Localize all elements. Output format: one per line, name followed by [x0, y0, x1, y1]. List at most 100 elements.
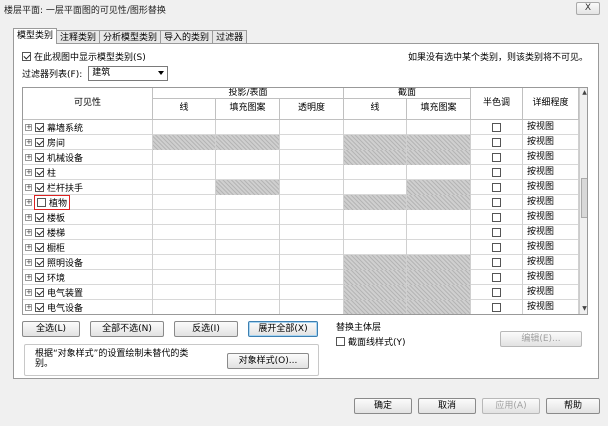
detail-level-cell[interactable]: 按视图	[523, 195, 579, 210]
detail-level-cell[interactable]: 按视图	[523, 180, 579, 195]
halftone-checkbox[interactable]	[492, 228, 501, 237]
category-visibility-checkbox[interactable]	[37, 198, 46, 207]
detail-level-cell[interactable]: 按视图	[523, 165, 579, 180]
cut-fill-cell[interactable]	[407, 120, 471, 135]
detail-level-cell[interactable]: 按视图	[523, 240, 579, 255]
transparency-cell[interactable]	[280, 120, 344, 135]
expand-icon[interactable]: +	[25, 169, 32, 176]
tab-filters[interactable]: 过滤器	[212, 30, 248, 44]
edit-button[interactable]: 编辑(E)...	[500, 331, 582, 347]
projection-line-cell[interactable]	[153, 150, 216, 165]
halftone-checkbox[interactable]	[492, 303, 501, 312]
halftone-checkbox[interactable]	[492, 153, 501, 162]
expand-icon[interactable]: +	[25, 259, 32, 266]
halftone-checkbox[interactable]	[492, 243, 501, 252]
expand-icon[interactable]: +	[25, 154, 32, 161]
cut-line-styles-option[interactable]: 截面线样式(Y)	[336, 335, 406, 348]
category-visibility-checkbox[interactable]	[35, 303, 44, 312]
cut-line-cell[interactable]	[344, 225, 407, 240]
transparency-cell[interactable]	[280, 210, 344, 225]
cut-fill-cell[interactable]	[407, 210, 471, 225]
show-model-categories[interactable]: 在此视图中显示模型类别(S)	[22, 50, 146, 63]
tab-imported-categories[interactable]: 导入的类别	[160, 30, 214, 44]
projection-fill-cell[interactable]	[216, 300, 280, 314]
projection-line-cell[interactable]	[153, 255, 216, 270]
table-row[interactable]: + 栏杆扶手 按视图	[23, 180, 579, 195]
table-scrollbar[interactable]: ▲ ▼	[579, 88, 587, 314]
table-row[interactable]: + 房间 按视图	[23, 135, 579, 150]
table-row[interactable]: + 环境 按视图	[23, 270, 579, 285]
cut-line-cell[interactable]	[344, 240, 407, 255]
table-row[interactable]: + 楼梯 按视图	[23, 225, 579, 240]
table-row[interactable]: + 机械设备 按视图	[23, 150, 579, 165]
projection-line-cell[interactable]	[153, 165, 216, 180]
cut-line-cell[interactable]	[344, 180, 407, 195]
select-all-button[interactable]: 全选(L)	[22, 321, 80, 337]
tab-annotation-categories[interactable]: 注释类别	[56, 30, 101, 44]
halftone-checkbox[interactable]	[492, 168, 501, 177]
scroll-up-icon[interactable]: ▲	[581, 89, 587, 97]
detail-level-cell[interactable]: 按视图	[523, 135, 579, 150]
detail-level-cell[interactable]: 按视图	[523, 255, 579, 270]
cut-line-cell[interactable]	[344, 165, 407, 180]
projection-fill-cell[interactable]	[216, 240, 280, 255]
transparency-cell[interactable]	[280, 240, 344, 255]
detail-level-cell[interactable]: 按视图	[523, 300, 579, 314]
cut-line-styles-checkbox[interactable]	[336, 337, 345, 346]
projection-fill-cell[interactable]	[216, 120, 280, 135]
halftone-checkbox[interactable]	[492, 213, 501, 222]
expand-icon[interactable]: +	[25, 289, 32, 296]
scrollbar-thumb[interactable]	[581, 178, 587, 218]
projection-line-cell[interactable]	[153, 180, 216, 195]
detail-level-cell[interactable]: 按视图	[523, 150, 579, 165]
halftone-checkbox[interactable]	[492, 183, 501, 192]
transparency-cell[interactable]	[280, 270, 344, 285]
invert-selection-button[interactable]: 反选(I)	[174, 321, 238, 337]
category-visibility-checkbox[interactable]	[35, 123, 44, 132]
detail-level-cell[interactable]: 按视图	[523, 210, 579, 225]
filter-list-select[interactable]: 建筑	[88, 66, 169, 81]
projection-fill-cell[interactable]	[216, 285, 280, 300]
table-row[interactable]: + 幕墙系统 按视图	[23, 120, 579, 135]
table-row[interactable]: + 柱 按视图	[23, 165, 579, 180]
detail-level-cell[interactable]: 按视图	[523, 120, 579, 135]
halftone-checkbox[interactable]	[492, 138, 501, 147]
category-visibility-checkbox[interactable]	[35, 213, 44, 222]
ok-button[interactable]: 确定	[354, 398, 412, 414]
show-model-checkbox[interactable]	[22, 52, 31, 61]
transparency-cell[interactable]	[280, 180, 344, 195]
close-button[interactable]: X	[576, 2, 600, 15]
projection-line-cell[interactable]	[153, 300, 216, 314]
category-visibility-checkbox[interactable]	[35, 138, 44, 147]
projection-fill-cell[interactable]	[216, 270, 280, 285]
projection-fill-cell[interactable]	[216, 150, 280, 165]
expand-icon[interactable]: +	[25, 184, 32, 191]
expand-icon[interactable]: +	[25, 304, 32, 311]
projection-line-cell[interactable]	[153, 210, 216, 225]
transparency-cell[interactable]	[280, 150, 344, 165]
projection-line-cell[interactable]	[153, 225, 216, 240]
cancel-button[interactable]: 取消	[418, 398, 476, 414]
object-styles-button[interactable]: 对象样式(O)...	[227, 353, 309, 369]
cut-line-cell[interactable]	[344, 120, 407, 135]
category-visibility-checkbox[interactable]	[35, 273, 44, 282]
projection-line-cell[interactable]	[153, 285, 216, 300]
expand-all-button[interactable]: 展开全部(X)	[248, 321, 318, 337]
table-row[interactable]: + 橱柜 按视图	[23, 240, 579, 255]
category-visibility-checkbox[interactable]	[35, 258, 44, 267]
transparency-cell[interactable]	[280, 225, 344, 240]
projection-line-cell[interactable]	[153, 270, 216, 285]
apply-button[interactable]: 应用(A)	[482, 398, 540, 414]
cut-fill-cell[interactable]	[407, 165, 471, 180]
cut-fill-cell[interactable]	[407, 225, 471, 240]
table-row[interactable]: + 植物 按视图	[23, 195, 579, 210]
halftone-checkbox[interactable]	[492, 288, 501, 297]
transparency-cell[interactable]	[280, 300, 344, 314]
expand-icon[interactable]: +	[25, 124, 32, 131]
scroll-down-icon[interactable]: ▼	[581, 305, 587, 313]
cut-line-cell[interactable]	[344, 210, 407, 225]
halftone-checkbox[interactable]	[492, 123, 501, 132]
category-visibility-checkbox[interactable]	[35, 153, 44, 162]
projection-fill-cell[interactable]	[216, 195, 280, 210]
category-visibility-checkbox[interactable]	[35, 288, 44, 297]
